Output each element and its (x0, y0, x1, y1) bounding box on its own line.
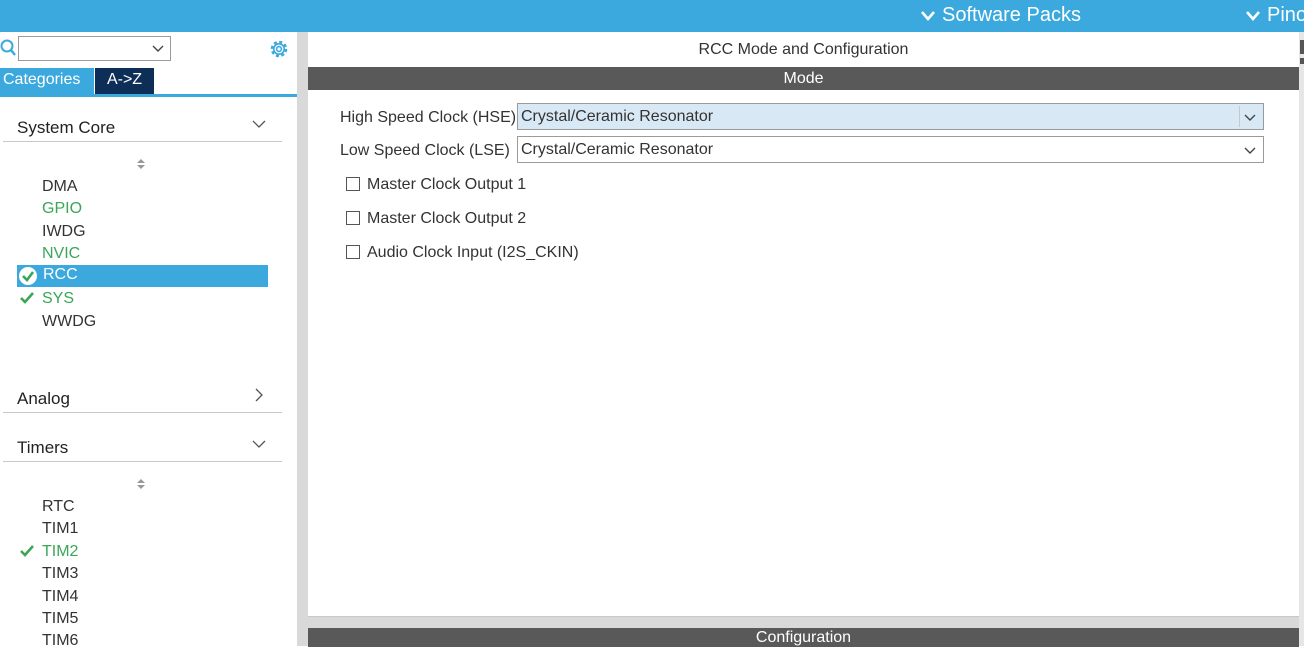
pinout-menu[interactable]: Pinout (1245, 4, 1304, 27)
list-item-gpio[interactable]: GPIO (42, 200, 82, 218)
panel-splitter[interactable] (297, 32, 308, 646)
lse-label: Low Speed Clock (LSE) (340, 142, 510, 159)
list-item-tim3[interactable]: TIM3 (42, 565, 78, 583)
rcc-config-panel: RCC Mode and Configuration Mode High Spe… (308, 32, 1299, 647)
audio-clock-input-label: Audio Clock Input (I2S_CKIN) (367, 244, 579, 261)
master-clock-output-1-checkbox[interactable] (346, 177, 360, 191)
search-combobox[interactable] (18, 36, 171, 61)
sort-icon[interactable] (136, 158, 146, 170)
right-scrollbar[interactable] (1299, 32, 1304, 646)
list-item-sys[interactable]: SYS (42, 290, 74, 308)
chevron-down-icon (1246, 10, 1260, 21)
hse-value: Crystal/Ceramic Resonator (521, 108, 714, 125)
list-item-tim6[interactable]: TIM6 (42, 632, 78, 646)
scroll-thumb-secondary[interactable] (1300, 58, 1304, 64)
tab-a-to-z[interactable]: A->Z (95, 68, 154, 94)
check-icon (20, 292, 34, 304)
hse-label: High Speed Clock (HSE) (340, 109, 517, 126)
top-toolbar: Software Packs Pinout (0, 0, 1304, 32)
check-circle-icon (19, 267, 37, 285)
divider (3, 412, 282, 413)
list-item-tim5[interactable]: TIM5 (42, 610, 78, 628)
list-item-tim2[interactable]: TIM2 (42, 543, 78, 561)
section-analog[interactable]: Analog (17, 389, 70, 409)
list-item-iwdg[interactable]: IWDG (42, 223, 86, 241)
chevron-down-icon[interactable] (252, 439, 266, 449)
scroll-thumb[interactable] (1300, 40, 1304, 54)
chevron-down-icon (152, 45, 164, 52)
master-clock-output-2-label: Master Clock Output 2 (367, 210, 527, 227)
list-item-nvic[interactable]: NVIC (42, 245, 80, 263)
master-clock-output-1-label: Master Clock Output 1 (367, 176, 527, 193)
software-packs-label: Software Packs (942, 4, 1081, 26)
rcc-label: RCC (43, 266, 78, 283)
lse-select[interactable]: Crystal/Ceramic Resonator (517, 136, 1264, 163)
pinout-label: Pinout (1267, 4, 1304, 26)
hse-select[interactable]: Crystal/Ceramic Resonator (517, 103, 1264, 130)
configuration-header: Configuration (308, 628, 1299, 647)
chevron-down-icon (1244, 147, 1256, 154)
list-item-tim1[interactable]: TIM1 (42, 520, 78, 538)
list-item-dma[interactable]: DMA (42, 178, 78, 196)
sort-icon[interactable] (136, 478, 146, 490)
categories-panel: Categories A->Z System Core DMA GPIO IWD… (0, 32, 297, 646)
select-separator (1239, 106, 1240, 127)
list-item-rcc-selected[interactable]: RCC (17, 265, 268, 287)
master-clock-output-2-checkbox[interactable] (346, 211, 360, 225)
section-system-core[interactable]: System Core (17, 118, 115, 138)
list-item-tim4[interactable]: TIM4 (42, 588, 78, 606)
tab-categories[interactable]: Categories (0, 68, 94, 94)
divider (3, 461, 282, 462)
chevron-right-icon[interactable] (254, 388, 264, 402)
check-icon (20, 545, 34, 557)
software-packs-menu[interactable]: Software Packs (920, 4, 1081, 27)
tab-underline (0, 94, 297, 97)
chevron-down-icon[interactable] (252, 119, 266, 129)
audio-clock-input-checkbox[interactable] (346, 245, 360, 259)
chevron-down-icon (921, 10, 935, 21)
mode-header: Mode (308, 67, 1299, 90)
gear-icon[interactable] (268, 38, 290, 60)
list-item-wwdg[interactable]: WWDG (42, 313, 96, 331)
configuration-splitter[interactable]: Configuration (308, 616, 1299, 647)
chevron-down-icon (1244, 114, 1256, 121)
divider (3, 141, 282, 142)
list-item-rtc[interactable]: RTC (42, 498, 75, 516)
section-timers[interactable]: Timers (17, 438, 68, 458)
panel-title: RCC Mode and Configuration (698, 41, 909, 58)
search-icon[interactable] (0, 39, 17, 58)
lse-value: Crystal/Ceramic Resonator (521, 141, 714, 158)
